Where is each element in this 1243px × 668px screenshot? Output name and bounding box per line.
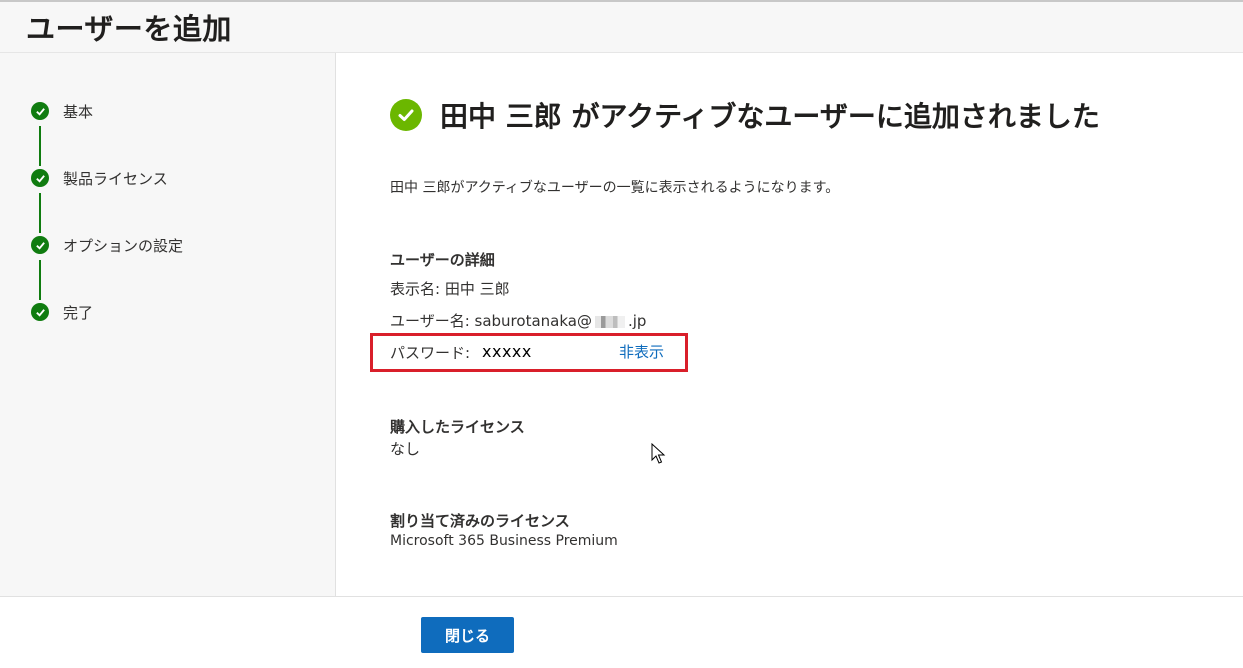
step-connector <box>39 193 41 233</box>
checkmark-icon <box>31 236 49 254</box>
step-optional-settings[interactable]: オプションの設定 <box>31 235 183 255</box>
purchased-licenses-title: 購入したライセンス <box>390 418 525 436</box>
password-value: xxxxx <box>482 342 532 361</box>
success-check-icon <box>390 99 422 131</box>
username-text: ユーザー名: saburotanaka@ <box>390 312 592 330</box>
panel-title: ユーザーを追加 <box>26 12 232 46</box>
step-connector <box>39 126 41 166</box>
wizard-steps: 基本 製品ライセンス オプションの設定 完了 <box>0 53 336 596</box>
success-heading: 田中 三郎 がアクティブなユーザーに追加されました <box>390 95 1100 135</box>
mouse-cursor-icon <box>651 443 666 464</box>
panel-footer: 閉じる <box>0 596 1243 668</box>
redacted-domain <box>594 315 625 328</box>
main-content: 田中 三郎 がアクティブなユーザーに追加されました 田中 三郎がアクティブなユー… <box>336 53 1243 596</box>
step-product-licenses[interactable]: 製品ライセンス <box>31 168 168 188</box>
step-label: オプションの設定 <box>63 236 184 255</box>
assigned-licenses-value: Microsoft 365 Business Premium <box>390 533 618 549</box>
hide-password-link[interactable]: 非表示 <box>619 341 664 362</box>
close-button[interactable]: 閉じる <box>421 617 514 653</box>
success-description: 田中 三郎がアクティブなユーザーの一覧に表示されるようになります。 <box>390 180 840 196</box>
step-finish[interactable]: 完了 <box>31 302 93 322</box>
user-details-title: ユーザーの詳細 <box>390 251 495 269</box>
step-label: 製品ライセンス <box>63 169 168 188</box>
checkmark-icon <box>31 102 49 120</box>
username: ユーザー名: saburotanaka@ .jp <box>390 310 646 331</box>
password-label: パスワード: <box>390 344 471 362</box>
display-name: 表示名: 田中 三郎 <box>390 280 510 298</box>
step-basics[interactable]: 基本 <box>31 101 93 121</box>
checkmark-icon <box>31 303 49 321</box>
username-domain-suffix: .jp <box>627 312 647 330</box>
step-label: 完了 <box>63 303 94 322</box>
panel-header: ユーザーを追加 <box>0 2 1243 53</box>
step-label: 基本 <box>63 102 94 121</box>
checkmark-icon <box>31 169 49 187</box>
purchased-licenses-value: なし <box>390 440 421 458</box>
assigned-licenses-title: 割り当て済みのライセンス <box>390 512 570 530</box>
success-title: 田中 三郎 がアクティブなユーザーに追加されました <box>440 100 1100 133</box>
step-connector <box>39 260 41 300</box>
